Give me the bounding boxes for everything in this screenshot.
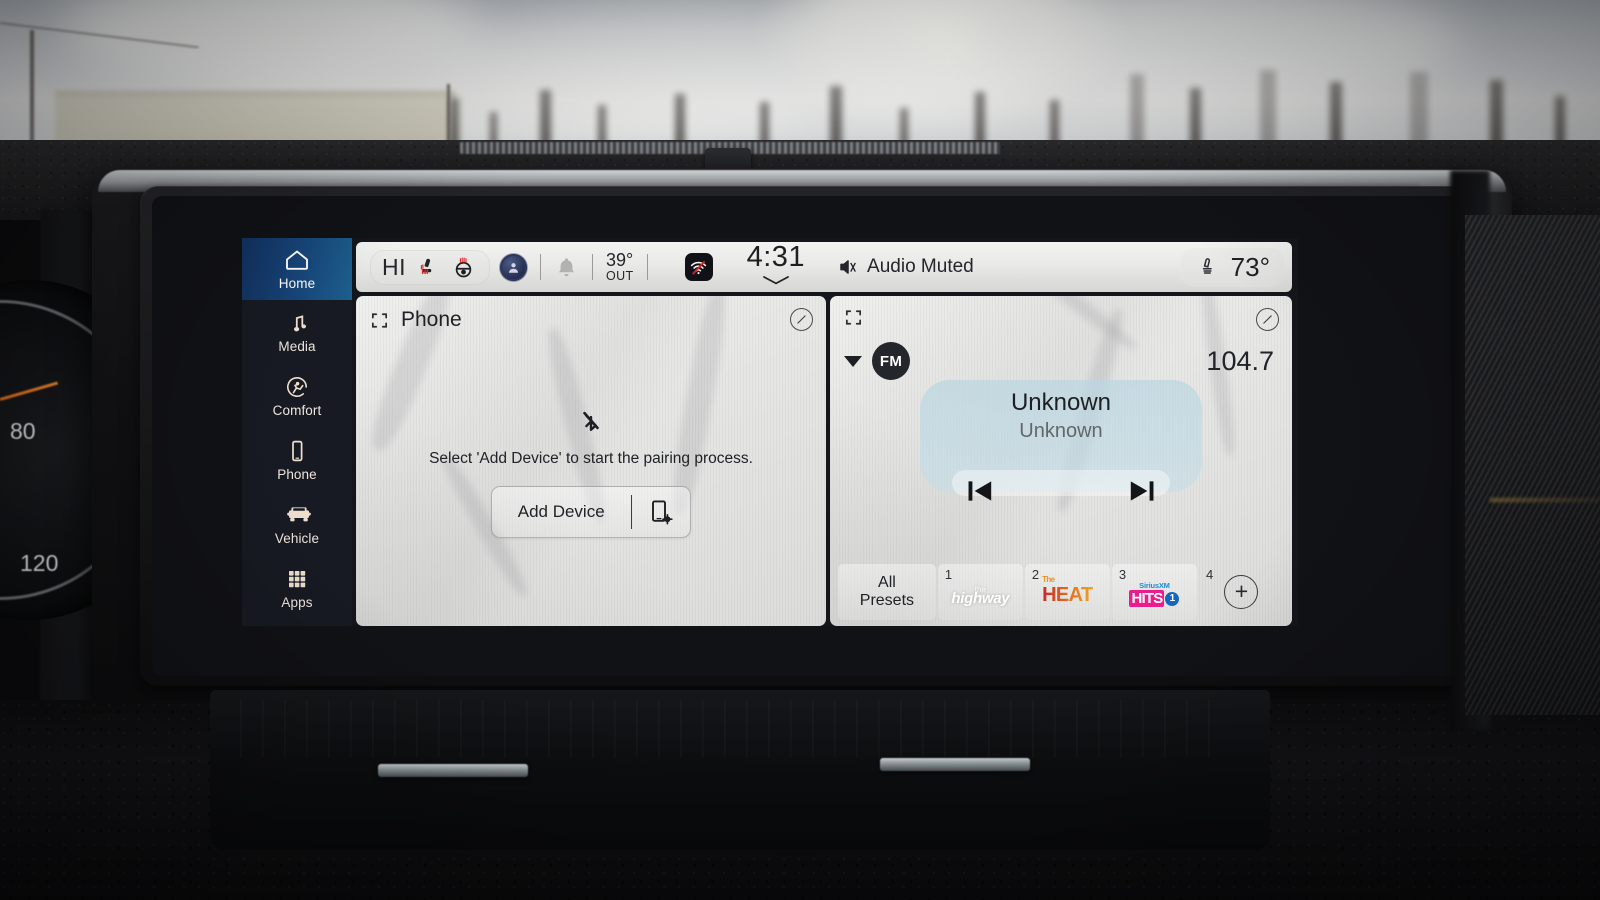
now-playing-title: Unknown [1010, 389, 1112, 416]
home-icon [284, 247, 310, 273]
all-presets-line2: Presets [859, 592, 915, 609]
wifi-off-icon[interactable] [684, 253, 713, 281]
sidebar-item-label: Phone [277, 467, 317, 482]
climate-level-label: HI [382, 253, 406, 280]
phone-card[interactable]: Phone Select 'Add Device' to start the p… [356, 296, 826, 626]
right-dash-trim [1465, 215, 1600, 715]
audio-muted-icon [837, 256, 859, 278]
preset-button-4[interactable]: 4 + [1199, 564, 1284, 620]
home-cards-row: Phone Select 'Add Device' to start the p… [352, 292, 1298, 626]
phone-settings-icon[interactable] [632, 487, 690, 537]
sidebar-item-apps[interactable]: Apps [242, 556, 352, 620]
music-note-icon [284, 310, 310, 336]
phone-card-body: Select 'Add Device' to start the pairing… [356, 296, 826, 626]
infotainment-screen: Home Media Comfort Phone Vehicle Apps HI… [242, 238, 1298, 626]
sidebar-item-label: Home [278, 276, 316, 291]
cabin-temp-value: 73° [1230, 251, 1270, 282]
cabin-temperature-control[interactable]: 73° [1180, 247, 1284, 287]
caret-down-icon[interactable] [844, 355, 862, 367]
audio-muted-status[interactable]: Audio Muted [837, 256, 974, 278]
hits1-logo: SiriusXM HITS 1 [1129, 581, 1180, 607]
sidebar-item-label: Comfort [272, 403, 322, 418]
radio-presets-row: All Presets 1 the highway 2 The HEAT 3 S… [838, 564, 1284, 620]
bell-icon[interactable] [554, 255, 579, 280]
outside-temperature: 39° OUT [606, 251, 634, 282]
pairing-instruction: Select 'Add Device' to start the pairing… [429, 450, 753, 467]
heated-steering-wheel-icon[interactable] [451, 255, 476, 280]
sidebar-item-vehicle[interactable]: Vehicle [242, 492, 352, 556]
now-playing-subtitle: Unknown [1019, 420, 1103, 442]
playback-controls [920, 474, 1202, 508]
add-device-button[interactable]: Add Device [490, 486, 692, 538]
radio-frequency: 104.7 [1206, 346, 1274, 376]
radio-card-header [844, 308, 863, 327]
climate-quick-pill[interactable]: HI [370, 249, 490, 285]
outside-temp-label: OUT [606, 268, 634, 283]
comfort-icon [284, 374, 310, 400]
edit-pencil-icon[interactable] [1256, 308, 1279, 331]
clock-time: 4:31 [746, 240, 806, 273]
apps-grid-icon [284, 566, 310, 592]
vehicle-icon [284, 502, 311, 528]
preset-button-1[interactable]: 1 the highway [937, 564, 1023, 620]
main-sidebar: Home Media Comfort Phone Vehicle Apps [242, 238, 352, 626]
highway-logo: the highway [951, 585, 1010, 607]
all-presets-button[interactable]: All Presets [838, 564, 936, 620]
preset-button-3[interactable]: 3 SiriusXM HITS 1 [1111, 564, 1197, 620]
bluetooth-disabled-icon [577, 406, 605, 436]
heated-seat-icon[interactable] [416, 255, 441, 280]
storage-handle-left[interactable] [378, 764, 528, 777]
user-profile-icon[interactable] [500, 253, 527, 281]
sidebar-item-label: Apps [281, 595, 313, 610]
skip-previous-icon[interactable] [964, 474, 998, 508]
preset-number: 4 [1205, 567, 1214, 582]
sidebar-item-comfort[interactable]: Comfort [242, 364, 352, 428]
amber-reflection [1490, 498, 1600, 502]
radio-card[interactable]: FM 104.7 Unknown Unknown All Presets 1 t… [830, 296, 1292, 626]
sidebar-item-phone[interactable]: Phone [242, 428, 352, 492]
heated-seat-icon [1195, 255, 1219, 279]
all-presets-line1: All [878, 574, 896, 592]
sidebar-item-label: Vehicle [274, 531, 320, 546]
chevron-down-icon[interactable] [761, 272, 791, 290]
phone-device-icon [284, 438, 310, 464]
storage-handle-right[interactable] [880, 758, 1030, 771]
heat-logo: The HEAT [1042, 574, 1093, 606]
sidebar-item-media[interactable]: Media [242, 300, 352, 364]
preset-number: 2 [1031, 567, 1040, 582]
expand-icon[interactable] [844, 308, 863, 327]
windshield-view [0, 0, 1600, 160]
add-preset-icon[interactable]: + [1224, 575, 1259, 609]
outside-temp-value: 39° [606, 250, 634, 271]
radio-band-badge[interactable]: FM [872, 342, 910, 380]
audio-muted-label: Audio Muted [867, 256, 974, 277]
clock[interactable]: 4:31 [746, 240, 806, 290]
add-device-label: Add Device [517, 502, 605, 521]
status-bar: HI 39° OUT 4:31 Audio Muted 73° [356, 242, 1292, 292]
lower-vent-lines [240, 700, 1220, 758]
now-playing-panel: Unknown Unknown [920, 380, 1202, 501]
sidebar-item-home[interactable]: Home [242, 238, 352, 300]
preset-number: 3 [1118, 567, 1127, 582]
radio-source-selector[interactable]: FM [844, 342, 910, 380]
preset-number: 1 [944, 567, 953, 582]
skip-next-icon[interactable] [1124, 474, 1158, 508]
preset-button-2[interactable]: 2 The HEAT [1024, 564, 1110, 620]
sidebar-item-label: Media [278, 339, 316, 354]
